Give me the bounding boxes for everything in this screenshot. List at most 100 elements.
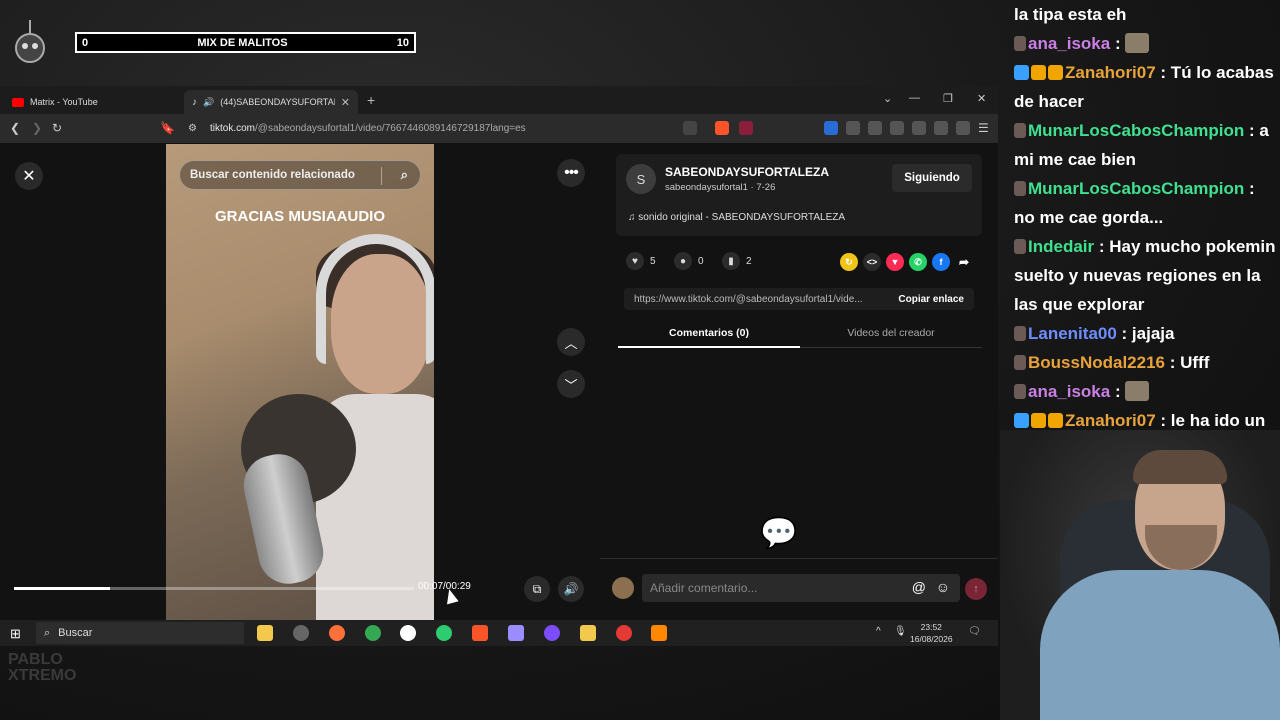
chat-username[interactable]: ana_isoka (1028, 34, 1115, 53)
youtube-icon (12, 97, 24, 107)
emoji-icon[interactable]: ☺ (936, 579, 950, 595)
chat-message: ana_isoka : (1014, 29, 1280, 58)
comment-input[interactable]: Añadir comentario... @ ☺ (642, 574, 960, 602)
tab-youtube[interactable]: Matrix - YouTube (4, 90, 182, 114)
bookmark-icon[interactable]: 🔖 (160, 121, 175, 135)
arrow-up-icon: ↑ (973, 583, 979, 595)
brave-rewards-icon[interactable] (739, 121, 753, 135)
chat-username[interactable]: MunarLosCabosChampion (1028, 179, 1249, 198)
chat-username[interactable]: Indedair (1028, 237, 1099, 256)
menu-icon[interactable]: ☰ (978, 121, 989, 135)
xbox-icon[interactable] (436, 625, 452, 641)
copy-link-button[interactable]: Copiar enlace (898, 294, 964, 305)
leo-icon[interactable] (934, 121, 948, 135)
close-video-button[interactable]: ✕ (15, 162, 43, 190)
settings-app-icon[interactable] (293, 625, 309, 641)
related-search-input[interactable]: Buscar contenido relacionado ⌕ (179, 160, 421, 190)
wallet-icon[interactable] (912, 121, 926, 135)
chat-message: MunarLosCabosChampion : no me cae gorda.… (1014, 174, 1280, 232)
music-label[interactable]: ♫ sonido original - SABEONDAYSUFORTALEZA (628, 212, 845, 223)
new-tab-button[interactable]: + (367, 92, 375, 108)
whatsapp-icon[interactable]: ✆ (909, 253, 927, 271)
save-button[interactable]: ▮ 2 (722, 252, 760, 270)
obs-icon[interactable] (616, 625, 632, 641)
chat-username[interactable]: Lanenita00 (1028, 324, 1122, 343)
minimize-button[interactable]: — (909, 92, 920, 104)
user-badge-icon (1014, 355, 1026, 370)
chat-message: Lanenita00 : jajaja (1014, 319, 1280, 348)
send-friends-icon[interactable]: ▼ (886, 253, 904, 271)
search-icon[interactable]: ⌕ (401, 167, 408, 183)
tab-tiktok[interactable]: ♪ 🔊 (44)SABEONDAYSUFORTALEZ ✕ (184, 90, 358, 114)
reload-icon[interactable]: ↻ (52, 121, 62, 135)
music-icon[interactable] (868, 121, 882, 135)
video-column: ✕ Buscar contenido relacionado ⌕ GRACIAS… (0, 144, 600, 620)
close-tab-icon[interactable]: ✕ (341, 96, 350, 109)
share-arrow-icon[interactable]: ➦ (955, 253, 973, 271)
chat-username[interactable]: ana_isoka (1028, 382, 1115, 401)
vpn-icon[interactable] (956, 121, 970, 135)
tab-list-icon[interactable]: ⌄ (883, 92, 892, 105)
facebook-icon[interactable]: f (932, 253, 950, 271)
close-window-button[interactable]: ✕ (977, 92, 986, 105)
brave-shields-icon[interactable] (715, 121, 729, 135)
extensions-icon[interactable] (846, 121, 860, 135)
forward-icon[interactable]: ❯ (32, 121, 42, 135)
folder-icon[interactable] (580, 625, 596, 641)
site-info-icon[interactable]: ⚙ (188, 123, 197, 134)
vlc-icon[interactable] (651, 625, 667, 641)
sidebar-icon[interactable] (890, 121, 904, 135)
firefox-icon[interactable] (329, 625, 345, 641)
chat-text: : (1114, 34, 1126, 53)
creator-name[interactable]: SABEONDAYSUFORTALEZA (665, 165, 829, 179)
tab-creator-videos[interactable]: Videos del creador (800, 322, 982, 339)
repost-icon[interactable]: ↻ (840, 253, 858, 271)
clock[interactable]: 23:52 16/08/2026 (910, 621, 953, 645)
media-player-icon[interactable] (400, 625, 416, 641)
channel-watermark-logo: PABLO XTREMO (8, 651, 77, 684)
app-icon-8[interactable] (544, 625, 560, 641)
chat-username[interactable]: BoussNodal2216 (1028, 353, 1170, 372)
url-field[interactable]: tiktok.com/@sabeondaysufortal1/video/766… (210, 123, 526, 134)
floating-player-button[interactable]: ⧉ (524, 576, 550, 602)
volume-button[interactable]: 🔊 (558, 576, 584, 602)
webcam-person-body (1040, 570, 1280, 720)
app-icon-7[interactable] (508, 625, 524, 641)
comment-button[interactable]: ● 0 (674, 252, 712, 270)
creator-avatar[interactable]: S (626, 164, 656, 194)
microphone-icon[interactable]: 🎙 (894, 626, 907, 637)
previous-video-button[interactable]: ︿ (557, 328, 585, 356)
taskbar: ⊞ ⌕ Buscar ^ 🎙 23:52 16/08/2026 🗨 (0, 620, 998, 646)
chat-username[interactable]: Zanahori07 (1065, 411, 1160, 430)
translate-icon[interactable] (683, 121, 697, 135)
tab-label: (44)SABEONDAYSUFORTALEZ (220, 97, 335, 107)
video-progress-bar[interactable] (14, 587, 414, 590)
video-progress-fill (14, 587, 110, 590)
chrome-icon[interactable] (365, 625, 381, 641)
engagement-stats: ♥ 5 ● 0 ▮ 2 (626, 252, 760, 270)
close-icon: ✕ (22, 168, 36, 185)
share-link[interactable]: https://www.tiktok.com/@sabeondaysuforta… (634, 294, 863, 305)
file-explorer-icon[interactable] (257, 625, 273, 641)
media-icon[interactable] (824, 121, 838, 135)
more-options-button[interactable]: ••• (557, 159, 585, 187)
chat-username[interactable]: Zanahori07 (1065, 63, 1160, 82)
send-comment-button[interactable]: ↑ (965, 578, 987, 600)
url-domain: tiktok.com (210, 123, 256, 134)
like-button[interactable]: ♥ 5 (626, 252, 664, 270)
next-video-button[interactable]: ﹀ (557, 370, 585, 398)
brave-icon[interactable] (472, 625, 488, 641)
mention-icon[interactable]: @ (912, 579, 926, 595)
back-icon[interactable]: ❮ (10, 121, 20, 135)
tiktok-icon: ♪ (192, 96, 197, 108)
windows-start-icon[interactable]: ⊞ (10, 626, 21, 642)
chat-username[interactable]: MunarLosCabosChampion (1028, 121, 1249, 140)
tray-chevron-icon[interactable]: ^ (876, 626, 881, 637)
notification-icon[interactable]: 🗨 (968, 626, 981, 637)
maximize-button[interactable]: ❐ (943, 92, 953, 105)
tab-comments[interactable]: Comentarios (0) (618, 322, 800, 348)
following-button[interactable]: Siguiendo (892, 164, 972, 192)
embed-icon[interactable]: <> (863, 253, 881, 271)
taskbar-search[interactable]: ⌕ Buscar (36, 622, 244, 644)
ellipsis-icon: ••• (564, 164, 579, 181)
